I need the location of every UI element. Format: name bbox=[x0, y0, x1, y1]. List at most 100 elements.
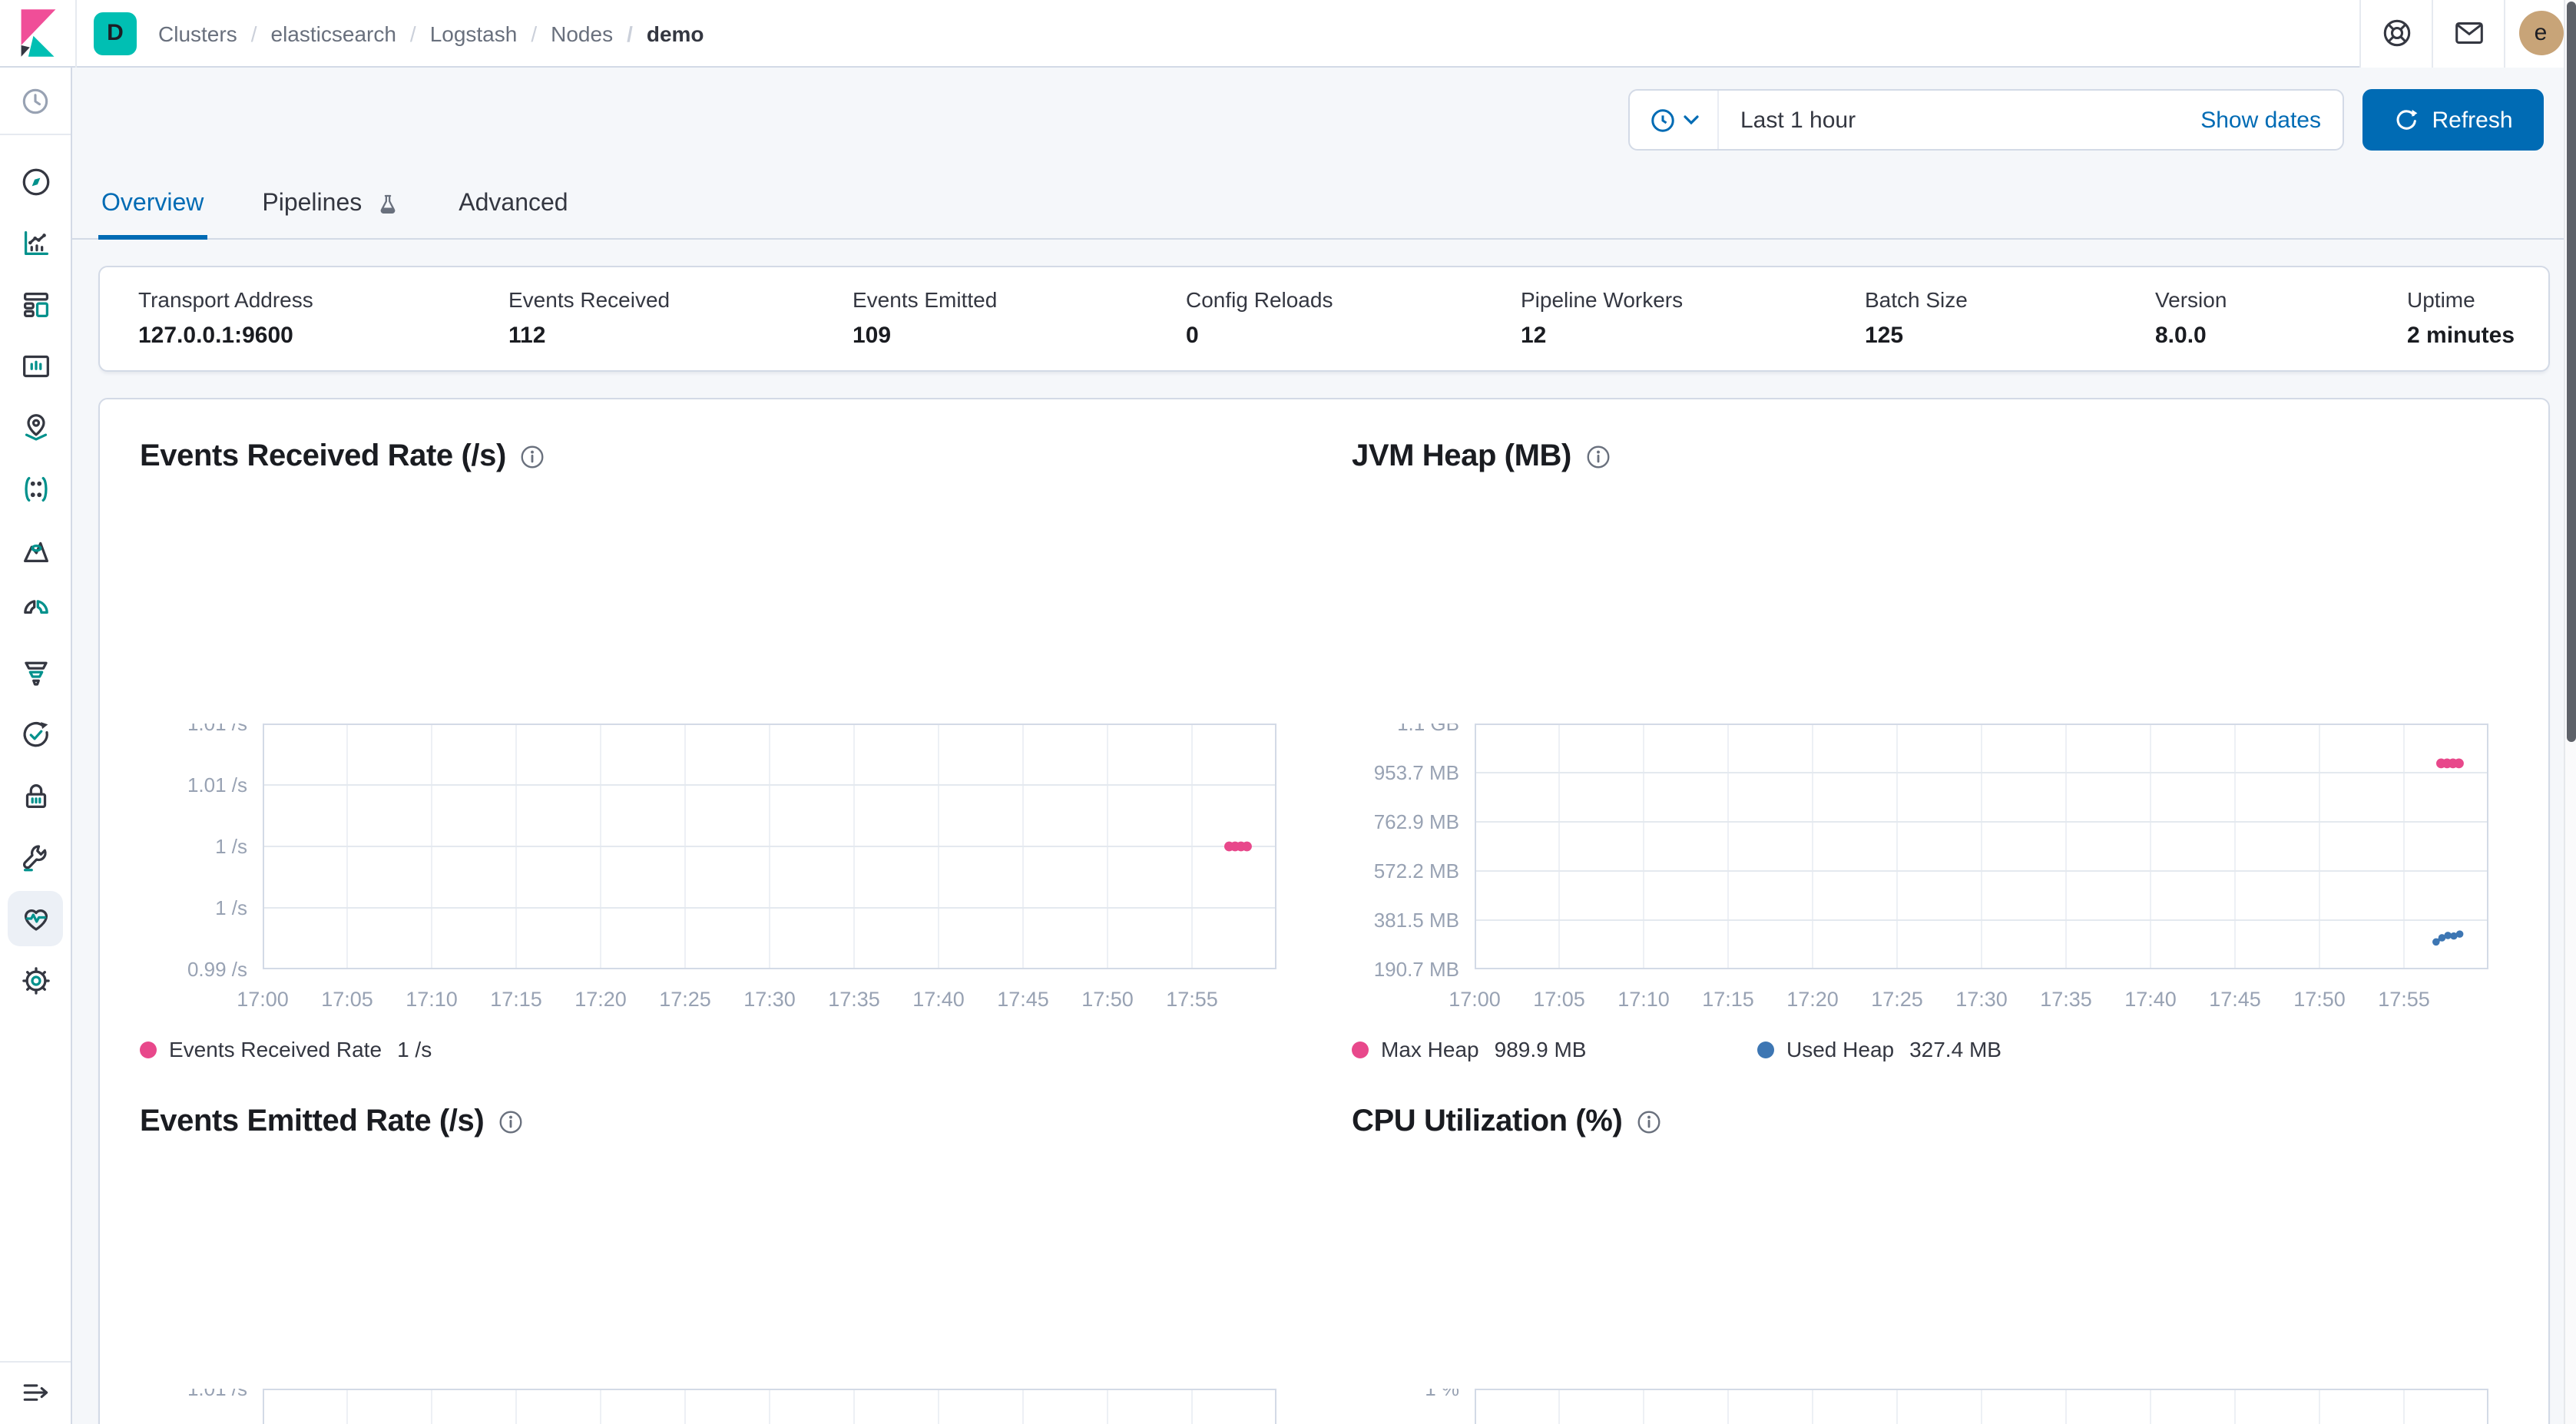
legend-value: 327.4 MB bbox=[1909, 1037, 2002, 1061]
legend-dot bbox=[1757, 1041, 1774, 1058]
sidebar-recents[interactable] bbox=[0, 68, 71, 135]
beaker-icon bbox=[374, 191, 400, 217]
legend-value: 1 /s bbox=[397, 1037, 432, 1061]
breadcrumb: Clusters elasticsearch Logstash Nodes de… bbox=[158, 21, 704, 45]
space-badge[interactable]: D bbox=[94, 12, 137, 55]
x-axis-label: 17:05 bbox=[1533, 988, 1585, 1011]
chart-title: Events Emitted Rate (/s) bbox=[140, 1104, 484, 1140]
stat-transport-address: Transport Address 127.0.0.1:9600 bbox=[138, 287, 508, 349]
stat-events-emitted: Events Emitted 109 bbox=[853, 287, 1186, 349]
x-axis-label: 17:45 bbox=[2209, 988, 2261, 1011]
chart-jvm-heap: JVM Heap (MB) 1.1 GB953.7 MB762.9 MB572.… bbox=[1352, 439, 2508, 1061]
info-icon[interactable] bbox=[499, 1111, 522, 1134]
super-date-picker: Last 1 hour Show dates bbox=[1628, 89, 2344, 151]
machine-learning-icon bbox=[18, 471, 53, 506]
tab-advanced-label: Advanced bbox=[459, 190, 568, 218]
refresh-button[interactable]: Refresh bbox=[2362, 89, 2544, 151]
stat-label: Transport Address bbox=[138, 287, 508, 312]
sidebar-item-machine-learning[interactable] bbox=[8, 461, 63, 516]
stat-value: 112 bbox=[508, 323, 853, 349]
sidebar-item-siem[interactable] bbox=[8, 645, 63, 700]
show-dates-button[interactable]: Show dates bbox=[2200, 91, 2343, 149]
x-axis-label: 17:50 bbox=[1081, 988, 1134, 1011]
chart-plot[interactable]: 1.01 /s1.01 /s1 /s1 /s0.99 /s17:0017:051… bbox=[140, 1389, 1283, 1424]
scrollbar-thumb[interactable] bbox=[2567, 2, 2576, 742]
dev-tools-icon bbox=[18, 839, 53, 875]
tab-overview-label: Overview bbox=[101, 190, 204, 218]
breadcrumb-logstash[interactable]: Logstash bbox=[396, 21, 517, 45]
info-icon[interactable] bbox=[1637, 1111, 1660, 1134]
sidebar-expand-toggle[interactable] bbox=[0, 1361, 71, 1424]
newsfeed-button[interactable] bbox=[2432, 0, 2504, 67]
info-icon[interactable] bbox=[1587, 445, 1610, 469]
breadcrumb-clusters[interactable]: Clusters bbox=[158, 21, 237, 45]
y-axis-label: 0.99 /s bbox=[187, 958, 247, 981]
info-icon[interactable] bbox=[521, 445, 545, 469]
y-axis-label: 381.5 MB bbox=[1374, 909, 1459, 932]
chart-plot[interactable]: 1.1 GB953.7 MB762.9 MB572.2 MB381.5 MB19… bbox=[1352, 724, 2495, 1025]
sidebar-item-security[interactable] bbox=[8, 768, 63, 823]
breadcrumb-cluster-name[interactable]: elasticsearch bbox=[237, 21, 396, 45]
sidebar-item-canvas[interactable] bbox=[8, 338, 63, 393]
tab-overview[interactable]: Overview bbox=[98, 178, 207, 240]
time-range-value[interactable]: Last 1 hour bbox=[1719, 91, 2200, 149]
quick-select-button[interactable] bbox=[1630, 91, 1719, 149]
sidebar-item-maps[interactable] bbox=[8, 399, 63, 455]
visualize-icon bbox=[18, 225, 53, 260]
app-sidebar bbox=[0, 68, 72, 1424]
series-point bbox=[2456, 930, 2464, 938]
x-axis-label: 17:55 bbox=[1166, 988, 1218, 1011]
refresh-label: Refresh bbox=[2432, 107, 2512, 133]
stat-value: 127.0.0.1:9600 bbox=[138, 323, 508, 349]
stat-label: Events Emitted bbox=[853, 287, 1186, 312]
y-axis-label: 190.7 MB bbox=[1374, 958, 1459, 981]
x-axis-label: 17:10 bbox=[1617, 988, 1670, 1011]
legend-item[interactable]: Max Heap 989.9 MB bbox=[1352, 1037, 1757, 1061]
main-content: Last 1 hour Show dates Refresh Overview … bbox=[72, 68, 2576, 1424]
legend-name: Max Heap bbox=[1381, 1037, 1479, 1061]
stat-label: Pipeline Workers bbox=[1521, 287, 1865, 312]
legend-dot bbox=[140, 1041, 157, 1058]
legend-name: Events Received Rate bbox=[169, 1037, 382, 1061]
tab-advanced[interactable]: Advanced bbox=[455, 178, 571, 240]
sidebar-item-stack-monitoring[interactable] bbox=[8, 891, 63, 946]
kibana-logo[interactable] bbox=[0, 0, 77, 67]
sidebar-item-management[interactable] bbox=[8, 952, 63, 1008]
siem-icon bbox=[18, 655, 53, 690]
x-axis-label: 17:40 bbox=[912, 988, 965, 1011]
charts-panel: Events Received Rate (/s) 1.01 /s1.01 /s… bbox=[98, 398, 2550, 1424]
query-toolbar: Last 1 hour Show dates Refresh bbox=[72, 68, 2576, 151]
legend-item[interactable]: Events Received Rate 1 /s bbox=[140, 1037, 545, 1061]
chart-plot[interactable]: 1.01 /s1.01 /s1 /s1 /s0.99 /s17:0017:051… bbox=[140, 724, 1283, 1025]
x-axis-label: 17:25 bbox=[659, 988, 711, 1011]
x-axis-label: 17:50 bbox=[2293, 988, 2346, 1011]
refresh-icon bbox=[2393, 108, 2418, 132]
breadcrumb-nodes[interactable]: Nodes bbox=[517, 21, 613, 45]
y-axis-label: 762.9 MB bbox=[1374, 810, 1459, 833]
y-axis-label: 1.01 /s bbox=[187, 1389, 247, 1400]
top-header: D Clusters elasticsearch Logstash Nodes … bbox=[0, 0, 2576, 68]
page-scrollbar bbox=[2564, 0, 2576, 1424]
x-axis-label: 17:40 bbox=[2124, 988, 2177, 1011]
tab-pipelines-label: Pipelines bbox=[262, 190, 362, 218]
legend-item[interactable]: Used Heap 327.4 MB bbox=[1757, 1037, 2163, 1061]
header-actions: e bbox=[2359, 0, 2576, 67]
menu-expand-icon bbox=[18, 1376, 52, 1410]
metrics-icon bbox=[18, 532, 53, 568]
sidebar-item-apm[interactable] bbox=[8, 584, 63, 639]
sidebar-item-dashboard[interactable] bbox=[8, 277, 63, 332]
sidebar-item-uptime[interactable] bbox=[8, 707, 63, 762]
x-axis-label: 17:05 bbox=[321, 988, 373, 1011]
stat-label: Config Reloads bbox=[1186, 287, 1521, 312]
tab-pipelines[interactable]: Pipelines bbox=[259, 178, 403, 240]
sidebar-item-discover[interactable] bbox=[8, 154, 63, 209]
stat-version: Version 8.0.0 bbox=[2155, 287, 2407, 349]
y-axis-label: 1 % bbox=[1425, 1389, 1459, 1400]
sidebar-item-visualize[interactable] bbox=[8, 215, 63, 270]
stat-batch-size: Batch Size 125 bbox=[1865, 287, 2155, 349]
sidebar-item-metrics[interactable] bbox=[8, 522, 63, 578]
sidebar-item-dev-tools[interactable] bbox=[8, 830, 63, 885]
chart-plot[interactable]: 1 %0.5 %0 %-0.5 %-1 %17:0017:0517:1017:1… bbox=[1352, 1389, 2495, 1424]
help-button[interactable] bbox=[2359, 0, 2432, 67]
chart-title: CPU Utilization (%) bbox=[1352, 1104, 1622, 1140]
